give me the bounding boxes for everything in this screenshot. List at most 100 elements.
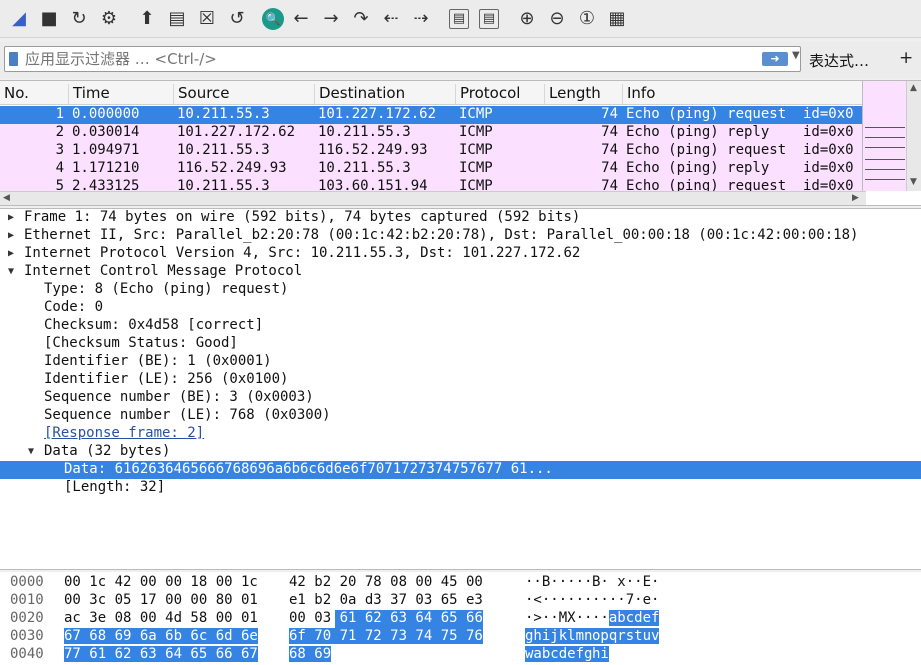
expand-arrow-icon[interactable]: ▶	[8, 248, 14, 259]
detail-tree-text: Ethernet II, Src: Parallel_b2:20:78 (00:…	[24, 227, 859, 243]
go-to-packet-icon[interactable]: ↷	[348, 5, 374, 33]
detail-tree-item[interactable]: ▶ Ethernet II, Src: Parallel_b2:20:78 (00…	[0, 227, 921, 245]
go-back-icon[interactable]: ←	[288, 5, 314, 33]
column-header-info[interactable]: Info	[622, 84, 655, 104]
next-packet-icon[interactable]: ⇢	[408, 5, 434, 33]
scroll-left-icon[interactable]: ◀	[3, 193, 10, 203]
detail-tree-item[interactable]: Data: 6162636465666768696a6b6c6d6e6f7071…	[0, 461, 921, 479]
column-header-time[interactable]: Time	[68, 84, 110, 104]
hex-offset: 0030	[10, 628, 44, 644]
detail-tree-item[interactable]: [Response frame: 2]	[0, 425, 921, 443]
detail-tree-item[interactable]: ▼ Internet Control Message Protocol	[0, 263, 921, 281]
hex-bytes: 6f 70 71 72 73 74 75 76	[289, 628, 483, 644]
options-gear-icon[interactable]: ⚙	[96, 5, 122, 33]
packet-row[interactable]: 3 1.094971 10.211.55.3 116.52.249.93 ICMP 74 E…	[0, 142, 862, 160]
scroll-down-icon[interactable]: ▼	[910, 177, 917, 187]
detail-tree-text: Data: 6162636465666768696a6b6c6d6e6f7071…	[64, 461, 553, 477]
hex-ascii: hi	[592, 646, 609, 662]
hex-ascii: ·>··MX··	[525, 610, 593, 626]
detail-tree-text: Data (32 bytes)	[44, 443, 171, 459]
packet-cell-info: Echo (ping) reply id=0x0	[626, 124, 854, 140]
zoom-out-icon[interactable]: ⊖	[544, 5, 570, 33]
hex-bytes: 68 69	[289, 646, 332, 662]
find-icon[interactable]: 🔍	[262, 7, 284, 30]
reload-icon[interactable]: ↺	[224, 5, 250, 33]
normal-size-icon[interactable]: ①	[574, 5, 600, 33]
packet-cell-time: 1.094971	[72, 142, 140, 158]
close-file-icon[interactable]: ☒	[194, 5, 220, 33]
hex-ascii: ··B·····	[525, 574, 593, 590]
detail-tree-item[interactable]: Sequence number (BE): 3 (0x0003)	[0, 389, 921, 407]
scroll-right-icon[interactable]: ▶	[852, 193, 859, 203]
hex-row[interactable]: 0040 77 61 62 63 64 65 66 67 68 69 wabcdefg…	[0, 646, 921, 664]
packet-cell-source: 10.211.55.3	[177, 142, 270, 158]
hex-ascii: ·<······	[525, 592, 593, 608]
detail-tree-item[interactable]: ▶ Internet Protocol Version 4, Src: 10.21…	[0, 245, 921, 263]
open-file-icon[interactable]: ⬆	[134, 5, 160, 33]
detail-tree-item[interactable]: Identifier (BE): 1 (0x0001)	[0, 353, 921, 371]
packet-details-pane: ▶ Frame 1: 74 bytes on wire (592 bits), 7…	[0, 208, 921, 570]
packet-row[interactable]: 2 0.030014 101.227.172.62 10.211.55.3 ICMP 74…	[0, 124, 862, 142]
detail-tree-item[interactable]: Checksum: 0x4d58 [correct]	[0, 317, 921, 335]
last-packet-icon[interactable]: ▤	[476, 5, 502, 33]
packet-list-vertical-scrollbar[interactable]: ▲ ▼	[906, 81, 921, 191]
go-forward-icon[interactable]: →	[318, 5, 344, 33]
packet-cell-protocol: ICMP	[459, 106, 493, 122]
resize-columns-icon[interactable]: ▦	[604, 5, 630, 33]
detail-tree-item[interactable]: Sequence number (LE): 768 (0x0300)	[0, 407, 921, 425]
hex-ascii: opqrstuv	[592, 628, 660, 644]
hex-row[interactable]: 0030 67 68 69 6a 6b 6c 6d 6e 6f 70 71 72 7…	[0, 628, 921, 646]
expand-arrow-icon[interactable]: ▶	[8, 212, 14, 223]
detail-tree-item[interactable]: Identifier (LE): 256 (0x0100)	[0, 371, 921, 389]
detail-tree-text: Identifier (BE): 1 (0x0001)	[44, 353, 272, 369]
detail-tree-item[interactable]: [Checksum Status: Good]	[0, 335, 921, 353]
detail-tree-item[interactable]: Code: 0	[0, 299, 921, 317]
apply-filter-arrow-icon[interactable]: ➜	[762, 52, 788, 66]
first-packet-icon[interactable]: ▤	[446, 5, 472, 33]
hex-ascii: ghijklmn	[525, 628, 593, 644]
packet-cell-source: 116.52.249.93	[177, 160, 287, 176]
packet-list-horizontal-scrollbar[interactable]: ◀ ▶	[0, 191, 866, 205]
packet-minimap[interactable]	[862, 81, 907, 191]
packet-cell-length: 74	[601, 160, 618, 176]
filter-history-dropdown-icon[interactable]: ▼	[792, 50, 800, 61]
previous-packet-icon[interactable]: ⇠	[378, 5, 404, 33]
stop-icon[interactable]: ■	[36, 5, 62, 33]
restart-icon[interactable]: ↻	[66, 5, 92, 33]
hex-row[interactable]: 0010 00 3c 05 17 00 00 80 01 e1 b2 0a d3 3…	[0, 592, 921, 610]
expand-arrow-icon[interactable]: ▶	[8, 230, 14, 241]
detail-tree-item[interactable]: [Length: 32]	[0, 479, 921, 497]
expression-button[interactable]: 表达式…	[809, 50, 869, 71]
detail-tree-item[interactable]: ▼ Data (32 bytes)	[0, 443, 921, 461]
packet-cell-destination: 10.211.55.3	[318, 124, 411, 140]
detail-tree-text: Internet Protocol Version 4, Src: 10.211…	[24, 245, 581, 261]
scroll-up-icon[interactable]: ▲	[910, 83, 917, 93]
column-header-length[interactable]: Length	[544, 84, 601, 104]
hex-row[interactable]: 0020 ac 3e 08 00 4d 58 00 01 00 03 61 62 6…	[0, 610, 921, 628]
column-header-destination[interactable]: Destination	[314, 84, 405, 104]
detail-tree-text: Frame 1: 74 bytes on wire (592 bits), 74…	[24, 209, 581, 225]
bookmark-icon[interactable]	[9, 52, 18, 66]
shark-fin-start-icon[interactable]: ◢	[6, 5, 32, 33]
column-header-protocol[interactable]: Protocol	[455, 84, 520, 104]
packet-row[interactable]: 1 0.000000 10.211.55.3 101.227.172.62 ICMP 74…	[0, 106, 862, 124]
column-header-source[interactable]: Source	[173, 84, 230, 104]
display-filter-box[interactable]: ➜ ▼	[4, 46, 801, 72]
display-filter-input[interactable]	[25, 49, 745, 69]
packet-row[interactable]: 4 1.171210 116.52.249.93 10.211.55.3 ICMP 74 E…	[0, 160, 862, 178]
hex-bytes: e1 b2 0a d3 37 03 65 e3	[289, 592, 483, 608]
packet-cell-destination: 10.211.55.3	[318, 160, 411, 176]
add-filter-button[interactable]: +	[899, 48, 913, 68]
collapse-arrow-icon[interactable]: ▼	[8, 266, 14, 277]
hex-row[interactable]: 0000 00 1c 42 00 00 18 00 1c 42 b2 20 78 0…	[0, 574, 921, 592]
column-header-no[interactable]: No.	[0, 84, 29, 104]
save-file-icon[interactable]: ▤	[164, 5, 190, 33]
hex-ascii: ····7·e·	[592, 592, 660, 608]
zoom-in-icon[interactable]: ⊕	[514, 5, 540, 33]
hex-offset: 0000	[10, 574, 44, 590]
packet-cell-time: 0.000000	[72, 106, 140, 122]
hex-ascii: B· x··E·	[592, 574, 660, 590]
detail-tree-item[interactable]: Type: 8 (Echo (ping) request)	[0, 281, 921, 299]
detail-tree-item[interactable]: ▶ Frame 1: 74 bytes on wire (592 bits), 7…	[0, 209, 921, 227]
collapse-arrow-icon[interactable]: ▼	[28, 446, 34, 457]
